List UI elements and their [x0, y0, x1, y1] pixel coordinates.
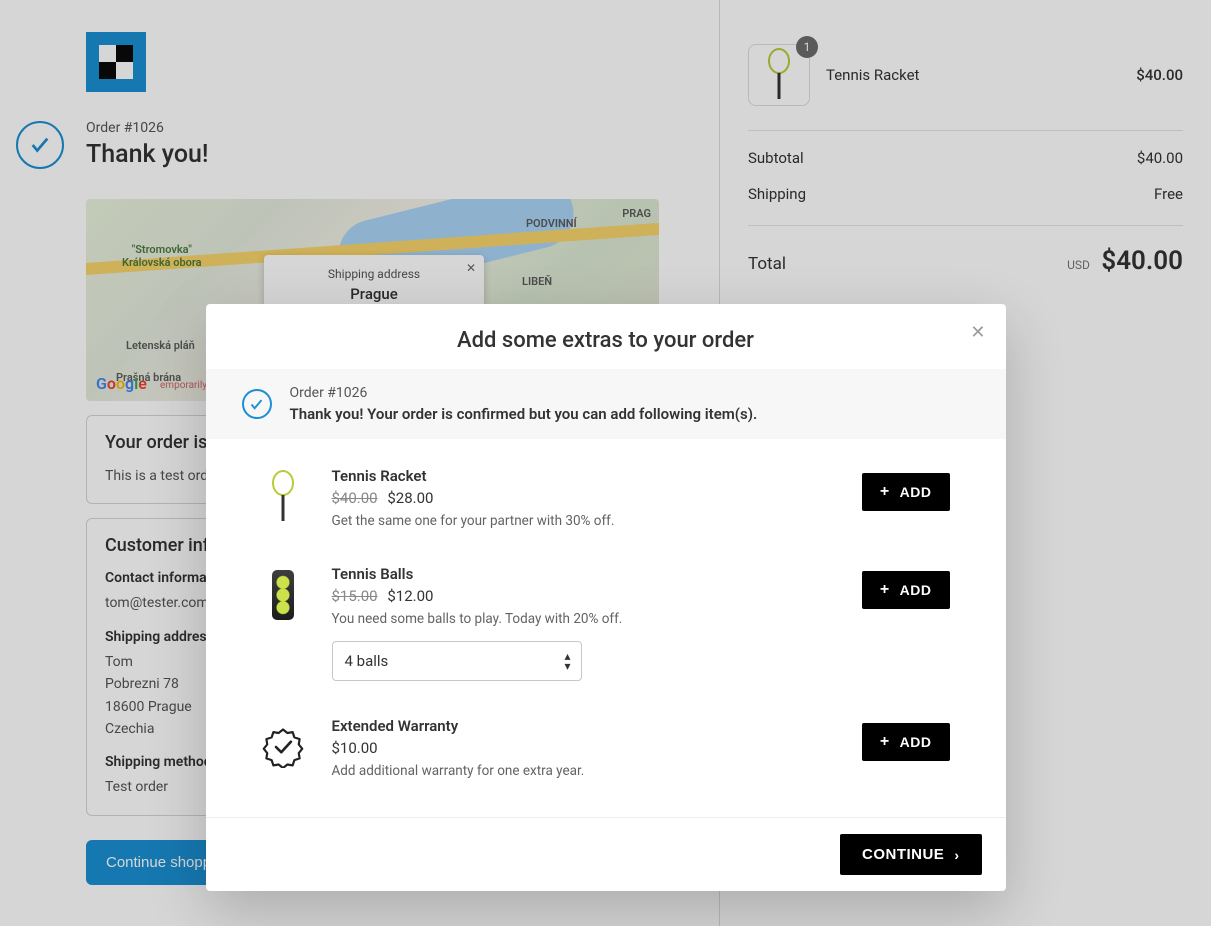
- extra-name: Tennis Balls: [332, 565, 834, 583]
- add-label: ADD: [900, 582, 932, 598]
- plus-icon: +: [880, 483, 890, 501]
- modal-confirm-text: Thank you! Your order is confirmed but y…: [290, 405, 758, 423]
- modal-order-number: Order #1026: [290, 385, 758, 401]
- price: $12.00: [387, 587, 433, 605]
- add-label: ADD: [900, 734, 932, 750]
- continue-label: CONTINUE: [862, 846, 944, 863]
- chevron-right-icon: ›: [954, 847, 959, 863]
- extra-name: Extended Warranty: [332, 717, 834, 735]
- extra-item: Extended Warranty $10.00 Add additional …: [262, 699, 950, 797]
- extra-description: Get the same one for your partner with 3…: [332, 513, 834, 529]
- add-button[interactable]: + ADD: [862, 571, 950, 609]
- plus-icon: +: [880, 733, 890, 751]
- close-icon[interactable]: ✕: [970, 322, 985, 343]
- warranty-icon: [262, 721, 304, 773]
- old-price: $40.00: [332, 489, 378, 507]
- quantity-select[interactable]: 4 balls ▴▾: [332, 641, 582, 681]
- tennis-balls-icon: [272, 570, 294, 620]
- price: $28.00: [387, 489, 433, 507]
- extra-description: You need some balls to play. Today with …: [332, 611, 834, 627]
- plus-icon: +: [880, 581, 890, 599]
- caret-icon: ▴▾: [564, 651, 570, 671]
- extra-item: Tennis Racket $40.00 $28.00 Get the same…: [262, 449, 950, 547]
- checkmark-icon: [242, 389, 272, 419]
- modal-overlay[interactable]: Add some extras to your order ✕ Order #1…: [0, 0, 1211, 926]
- product-thumbnail: [262, 471, 304, 523]
- extras-modal: Add some extras to your order ✕ Order #1…: [206, 304, 1006, 891]
- add-label: ADD: [900, 484, 932, 500]
- select-value: 4 balls: [345, 652, 389, 670]
- add-button[interactable]: + ADD: [862, 723, 950, 761]
- extra-name: Tennis Racket: [332, 467, 834, 485]
- old-price: $15.00: [332, 587, 378, 605]
- extra-description: Add additional warranty for one extra ye…: [332, 763, 834, 779]
- price: $10.00: [332, 739, 378, 757]
- modal-title: Add some extras to your order: [236, 328, 976, 353]
- add-button[interactable]: + ADD: [862, 473, 950, 511]
- extra-item: Tennis Balls $15.00 $12.00 You need some…: [262, 547, 950, 699]
- continue-button[interactable]: CONTINUE ›: [840, 834, 982, 875]
- product-thumbnail: [262, 569, 304, 621]
